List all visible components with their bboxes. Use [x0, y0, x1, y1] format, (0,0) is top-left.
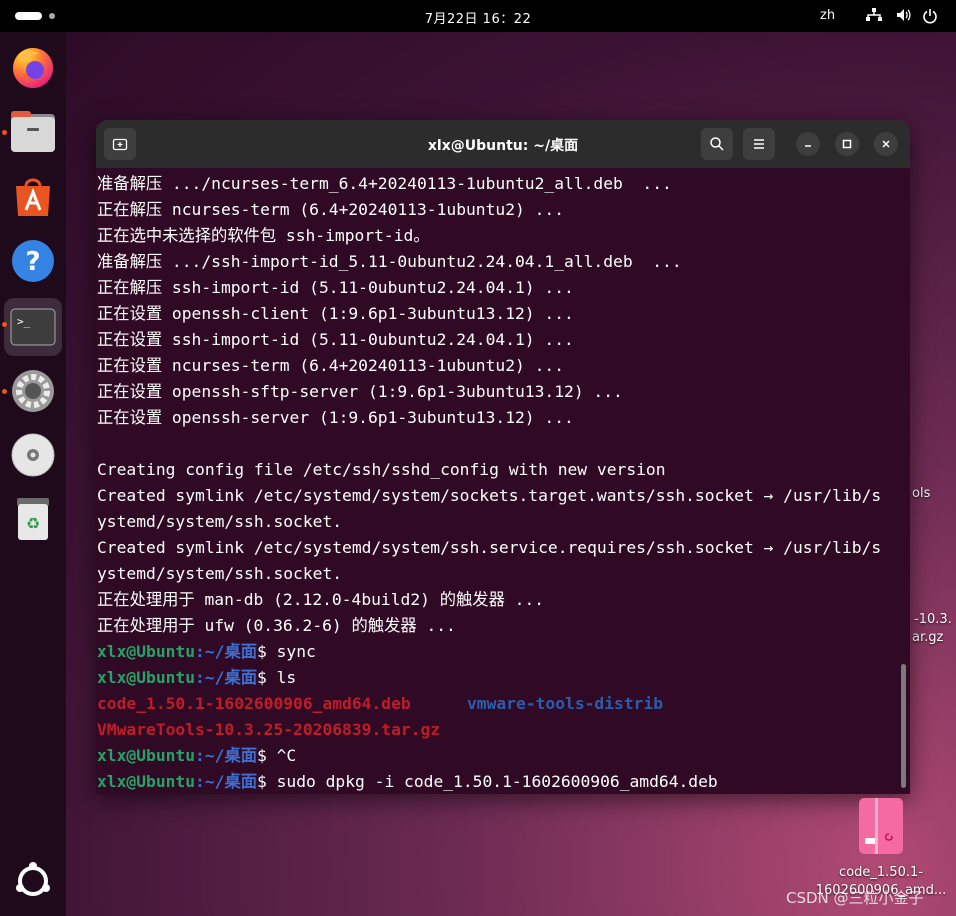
prompt-path: :~/桌面	[195, 746, 258, 765]
dock-disc[interactable]	[8, 430, 58, 480]
output-line: Created symlink /etc/systemd/system/sock…	[97, 486, 882, 505]
minimize-button[interactable]	[796, 132, 820, 156]
command-text: $ ls	[257, 668, 297, 687]
output-line: 正在解压 ssh-import-id (5.11-0ubuntu2.24.04.…	[97, 278, 574, 297]
disc-icon	[11, 433, 55, 477]
prompt-path: :~/桌面	[195, 642, 258, 661]
output-line: 正在解压 ncurses-term (6.4+20240113-1ubuntu2…	[97, 200, 565, 219]
output-line: 正在处理用于 man-db (2.12.0-4build2) 的触发器 ...	[97, 590, 545, 609]
prompt-line: xlx@Ubuntu:~/桌面$ ^C	[97, 743, 296, 769]
output-line: 正在设置 openssh-client (1:9.6p1-3ubuntu13.1…	[97, 304, 574, 323]
volume-icon[interactable]	[896, 8, 912, 26]
output-line: 正在处理用于 ufw (0.36.2-6) 的触发器 ...	[97, 616, 456, 635]
output-line: 准备解压 .../ncurses-term_6.4+20240113-1ubun…	[97, 174, 672, 193]
hamburger-menu-icon	[754, 139, 764, 149]
output-line: 正在设置 ssh-import-id (5.11-0ubuntu2.24.04.…	[97, 330, 574, 349]
firefox-icon	[13, 48, 53, 88]
prompt-user: xlx@Ubuntu	[97, 668, 196, 687]
close-button[interactable]	[874, 132, 898, 156]
ls-entry-deb: code_1.50.1-1602600906_amd64.deb	[97, 694, 411, 713]
files-icon	[11, 111, 55, 152]
app-center-icon	[16, 178, 50, 216]
dock-help[interactable]: ?	[8, 236, 58, 286]
output-line: ystemd/system/ssh.socket.	[97, 512, 343, 531]
prompt-line: xlx@Ubuntu:~/桌面$ ls	[97, 665, 296, 691]
trash-icon: ♻	[17, 498, 49, 540]
clock[interactable]: 7月22日 16：22	[0, 8, 956, 27]
prompt-line: xlx@Ubuntu:~/桌面$ sync	[97, 639, 316, 665]
minimize-icon	[805, 145, 811, 147]
ls-entry-directory: vmware-tools-distrib	[467, 694, 664, 713]
output-line: 正在设置 openssh-server (1:9.6p1-3ubuntu13.1…	[97, 408, 574, 427]
prompt-path: :~/桌面	[195, 668, 258, 687]
dock-show-apps[interactable]	[8, 856, 58, 906]
window-title: xlx@Ubuntu: ~/桌面	[427, 138, 579, 154]
scrollbar-thumb[interactable]	[901, 664, 906, 788]
svg-text:♻: ♻	[26, 514, 40, 533]
output-line: Created symlink /etc/systemd/system/ssh.…	[97, 538, 882, 557]
power-icon[interactable]	[922, 8, 938, 28]
maximize-button[interactable]	[835, 132, 859, 156]
command-text: $ ^C	[257, 746, 297, 765]
svg-text:>_: >_	[17, 315, 31, 328]
ubuntu-logo-icon	[16, 862, 50, 896]
desktop-label-tar-1[interactable]: -10.3.	[914, 612, 952, 627]
ls-output-line: code_1.50.1-1602600906_amd64.deb vmware-t…	[97, 691, 663, 717]
terminal-window[interactable]: xlx@Ubuntu: ~/桌面 准备解压 .../ncurses-term_6…	[96, 120, 910, 794]
desktop-label-tools[interactable]: ols	[912, 486, 930, 501]
ls-output-line: VMwareTools-10.3.25-20206839.tar.gz	[97, 717, 440, 743]
running-indicator	[2, 130, 7, 135]
desktop-deb-file[interactable]	[859, 798, 903, 854]
watermark: CSDN @三粒小金子	[786, 889, 924, 907]
output-line: 正在设置 ncurses-term (6.4+20240113-1ubuntu2…	[97, 356, 565, 375]
dock: ? >_ ♻	[0, 32, 66, 916]
prompt-line: xlx@Ubuntu:~/桌面$ sudo dpkg -i code_1.50.…	[97, 769, 718, 794]
output-line: Creating config file /etc/ssh/sshd_confi…	[97, 460, 666, 479]
menu-button[interactable]	[743, 128, 775, 160]
running-indicator	[2, 389, 7, 394]
prompt-user: xlx@Ubuntu	[97, 772, 196, 791]
dock-trash[interactable]: ♻	[8, 494, 58, 544]
search-button[interactable]	[701, 128, 733, 160]
terminal-icon: >_	[10, 308, 56, 346]
close-icon	[882, 140, 890, 148]
output-line: 准备解压 .../ssh-import-id_5.11-0ubuntu2.24.…	[97, 252, 682, 271]
dock-terminal[interactable]: >_	[4, 298, 62, 356]
prompt-user: xlx@Ubuntu	[97, 642, 196, 661]
settings-gear-icon	[12, 370, 54, 412]
output-line: 正在设置 openssh-sftp-server (1:9.6p1-3ubunt…	[97, 382, 623, 401]
output-line: 正在选中未选择的软件包 ssh-import-id。	[97, 226, 430, 245]
network-icon[interactable]	[866, 8, 882, 26]
command-text: $ sync	[257, 642, 316, 661]
prompt-user: xlx@Ubuntu	[97, 746, 196, 765]
running-indicator	[2, 322, 7, 327]
svg-text:?: ?	[25, 247, 40, 277]
desktop-label-tar-2[interactable]: ar.gz	[912, 630, 943, 645]
dock-settings[interactable]	[8, 366, 58, 416]
dock-firefox[interactable]	[8, 42, 58, 92]
terminal-output[interactable]: 准备解压 .../ncurses-term_6.4+20240113-1ubun…	[96, 168, 900, 794]
terminal-titlebar[interactable]: xlx@Ubuntu: ~/桌面	[96, 120, 910, 168]
output-line: ystemd/system/ssh.socket.	[97, 564, 343, 583]
dock-files[interactable]	[8, 107, 58, 157]
prompt-path: :~/桌面	[195, 772, 258, 791]
command-text: $ sudo dpkg -i code_1.50.1-1602600906_am…	[257, 772, 718, 791]
maximize-icon	[842, 139, 852, 149]
search-icon	[710, 137, 724, 151]
ls-entry-tarball: VMwareTools-10.3.25-20206839.tar.gz	[97, 720, 441, 739]
input-language[interactable]: zh	[820, 8, 835, 23]
help-icon: ?	[12, 240, 54, 282]
dock-app-center[interactable]	[8, 172, 58, 222]
deb-package-icon	[859, 798, 903, 854]
top-bar: 7月22日 16：22 zh	[0, 0, 956, 32]
